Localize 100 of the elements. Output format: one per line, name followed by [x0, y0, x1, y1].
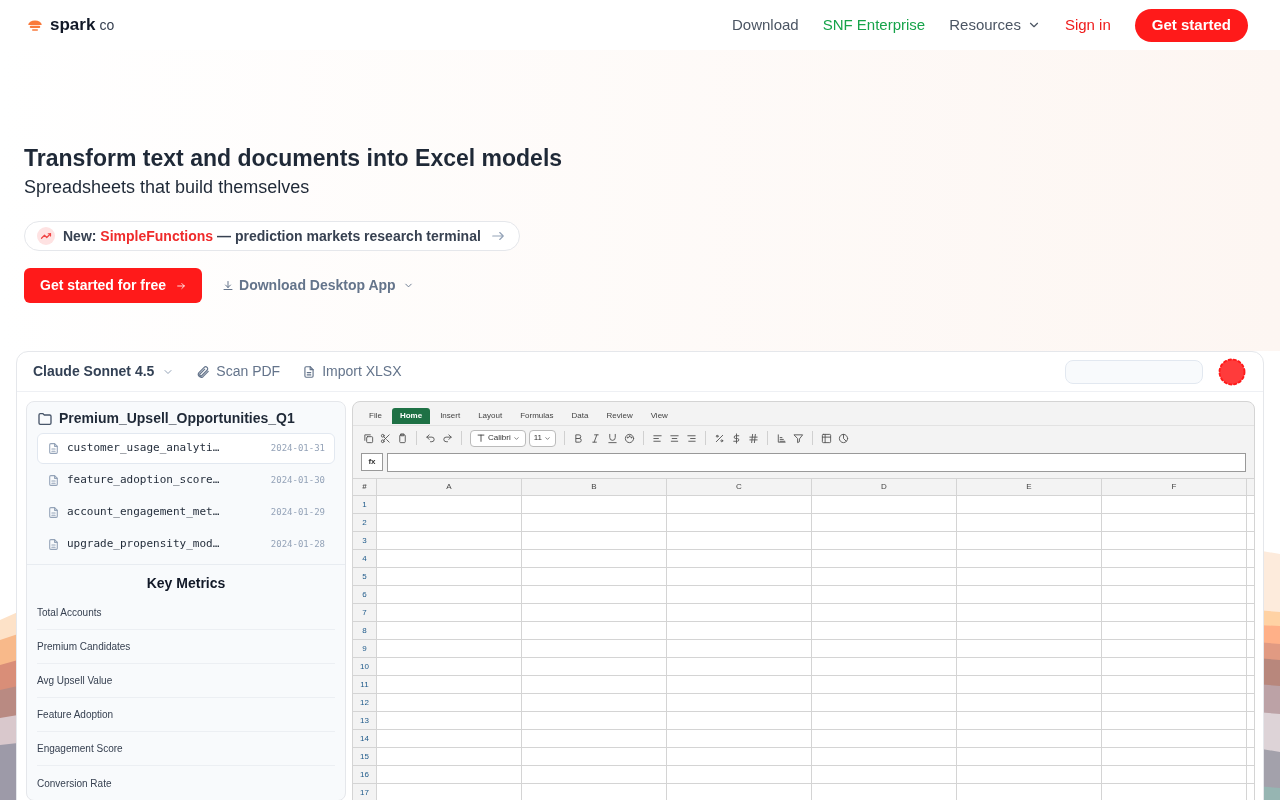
toolbar-button[interactable]: Import XLSX [302, 361, 402, 382]
folder-name: Premium_Upsell_Opportunities_Q1 [59, 409, 295, 428]
row-header: 12 [353, 694, 377, 711]
file-date: 2024-01-31 [270, 441, 325, 455]
metric-label: Avg Upsell Value [37, 674, 113, 688]
menu-tab[interactable]: Home [391, 407, 431, 424]
document-icon [47, 538, 60, 551]
formula-field[interactable] [387, 452, 1246, 472]
search-field[interactable] [1065, 359, 1203, 384]
row-header: 11 [353, 676, 377, 693]
metric-label: Total Accounts [37, 606, 102, 620]
function-label: fx [361, 453, 383, 471]
align-left-icon[interactable] [652, 432, 663, 444]
hash-icon[interactable] [748, 432, 759, 444]
clipboard-icon[interactable] [397, 432, 408, 444]
file-date: 2024-01-30 [270, 473, 325, 487]
menu-tab[interactable]: Layout [470, 407, 511, 424]
metric-label: Feature Adoption [37, 708, 114, 722]
nav-link[interactable]: Sign in [1064, 13, 1111, 37]
font-size-dropdown[interactable]: 11 [528, 429, 556, 447]
menu-tab[interactable]: Data [563, 407, 597, 424]
metrics-title: Key Metrics [145, 574, 227, 593]
announcement-link[interactable]: New: SimpleFunctions — prediction markets research terminal [24, 221, 520, 251]
align-center-icon[interactable] [669, 432, 680, 444]
document-icon [302, 364, 317, 379]
percent-icon[interactable] [714, 432, 725, 444]
file-item[interactable]: account_engagement_met… 2024-01-29 [37, 497, 335, 528]
row-header: 4 [353, 550, 377, 567]
sort-icon[interactable] [776, 432, 787, 444]
font-dropdown[interactable]: Calibri [470, 429, 526, 447]
document-icon [47, 474, 60, 487]
toolbar-button[interactable]: Scan PDF [196, 361, 281, 382]
paperclip-icon [196, 364, 211, 379]
nav-link[interactable]: Resources [949, 13, 1041, 37]
text-icon [476, 433, 486, 443]
column-header: C [667, 479, 812, 495]
palette-icon[interactable] [624, 432, 635, 444]
row-header: 17 [353, 784, 377, 800]
file-date: 2024-01-29 [270, 505, 325, 519]
italic-icon[interactable] [590, 432, 601, 444]
chevron-down-icon [544, 434, 551, 442]
column-header: A [377, 479, 522, 495]
column-header: D [812, 479, 957, 495]
align-right-icon[interactable] [686, 432, 697, 444]
file-name: customer_usage_analyti… [67, 440, 221, 457]
underline-icon[interactable] [607, 432, 618, 444]
bold-icon[interactable] [573, 432, 584, 444]
brand-suffix: co [99, 15, 115, 35]
brand-name: spark [50, 14, 96, 37]
column-header: B [522, 479, 667, 495]
menu-tab[interactable]: File [361, 407, 390, 424]
file-item[interactable]: customer_usage_analyti… 2024-01-31 [37, 433, 335, 464]
row-header: 14 [353, 730, 377, 747]
row-header: 16 [353, 766, 377, 783]
filter-icon[interactable] [793, 432, 804, 444]
row-header: 3 [353, 532, 377, 549]
menu-tab[interactable]: Formulas [512, 407, 562, 424]
file-date: 2024-01-28 [270, 537, 325, 551]
download-desktop-button[interactable]: Download Desktop App [222, 275, 414, 296]
row-header: 8 [353, 622, 377, 639]
row-header: 9 [353, 640, 377, 657]
download-icon [222, 279, 235, 292]
file-name: feature_adoption_score… [67, 472, 221, 489]
hero-subtitle: Spreadsheets that build themselves [24, 176, 311, 199]
row-header: 6 [353, 586, 377, 603]
file-name: account_engagement_met… [67, 504, 221, 521]
arrow-right-icon [176, 280, 187, 291]
hero-title: Transform text and documents into Excel models [24, 144, 564, 172]
row-header: 13 [353, 712, 377, 729]
pie-chart-icon[interactable] [838, 432, 849, 444]
row-header: 15 [353, 748, 377, 765]
file-item[interactable]: feature_adoption_score… 2024-01-30 [37, 465, 335, 496]
metric-label: Premium Candidates [37, 640, 131, 654]
column-header: F [1102, 479, 1247, 495]
menu-tab[interactable]: Review [598, 407, 641, 424]
nav-link[interactable]: Download [731, 13, 799, 37]
undo-icon[interactable] [425, 432, 436, 444]
row-header: 10 [353, 658, 377, 675]
row-header: 1 [353, 496, 377, 513]
model-selector[interactable]: Claude Sonnet 4.5 [33, 361, 175, 382]
table-icon[interactable] [821, 432, 832, 444]
copy-icon[interactable] [363, 432, 374, 444]
metric-label: Engagement Score [37, 742, 123, 756]
row-header: 5 [353, 568, 377, 585]
corner-header: # [353, 479, 377, 495]
document-icon [47, 442, 60, 455]
redo-icon[interactable] [442, 432, 453, 444]
folder-icon [37, 410, 53, 427]
get-started-free-button[interactable]: Get started for free [24, 268, 203, 303]
chevron-down-icon [512, 434, 520, 442]
menu-tab[interactable]: Insert [432, 407, 469, 424]
row-header: 7 [353, 604, 377, 621]
dollar-icon[interactable] [731, 432, 742, 444]
spinner-icon [1217, 356, 1247, 387]
file-item[interactable]: upgrade_propensity_mod… 2024-01-28 [37, 529, 335, 560]
menu-tab[interactable]: View [642, 407, 676, 424]
scissors-icon[interactable] [380, 432, 391, 444]
metric-label: Conversion Rate [37, 776, 112, 791]
get-started-button[interactable]: Get started [1134, 8, 1248, 42]
file-name: upgrade_propensity_mod… [67, 536, 221, 553]
